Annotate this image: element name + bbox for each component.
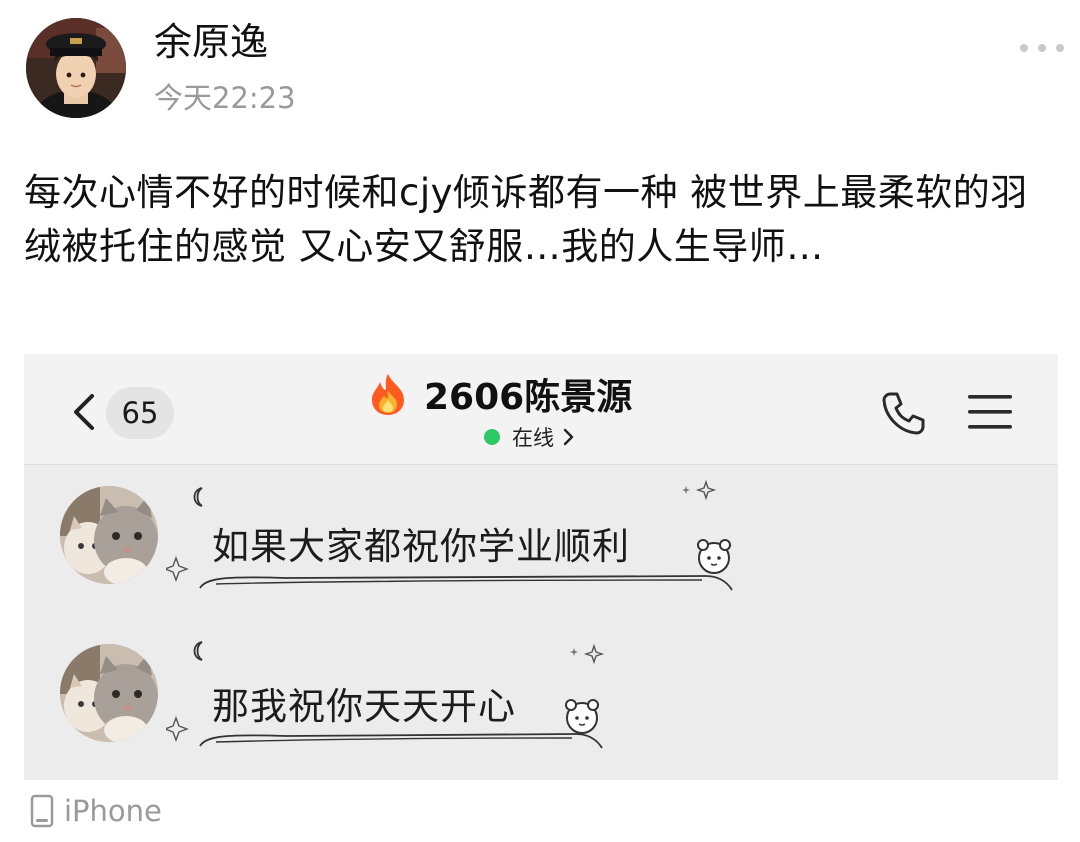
author-name[interactable]: 余原逸 [154, 18, 268, 66]
chat-title: 2606陈景源 [368, 370, 632, 418]
chevron-left-icon [74, 394, 94, 430]
phone-icon [882, 392, 925, 435]
online-status: 在线 [484, 422, 574, 452]
message-text: 如果大家都祝你学业顺利 [212, 525, 630, 568]
chat-title-text: 2606陈景源 [424, 377, 633, 418]
message-bubble[interactable]: 那我祝你天天开心 [166, 630, 616, 760]
unread-count-badge: 65 [106, 387, 174, 439]
fire-icon [372, 374, 404, 415]
post-device-source: iPhone [30, 794, 162, 828]
more-dots-icon [1038, 44, 1046, 52]
phone-device-icon [30, 794, 54, 828]
contact-avatar [60, 644, 158, 742]
attached-image[interactable]: 65 2606陈景源 在线 如果大家都祝你学业顺利 那我祝你天天开心 [24, 354, 1058, 780]
online-status-text: 在线 [512, 426, 554, 450]
message-text: 那我祝你天天开心 [212, 685, 516, 728]
post-body-text: 每次心情不好的时候和cjy倾诉都有一种 被世界上最柔软的羽绒被托住的感觉 又心安… [24, 171, 1028, 268]
online-dot-icon [484, 429, 500, 445]
more-dots-icon [1056, 44, 1064, 52]
contact-avatar [60, 486, 158, 584]
chevron-right-icon [563, 428, 574, 446]
message-bubble[interactable]: 如果大家都祝你学业顺利 [166, 474, 746, 604]
device-name: iPhone [64, 794, 162, 828]
more-options-button[interactable] [1020, 36, 1064, 60]
chat-header: 65 2606陈景源 在线 [24, 354, 1058, 465]
post-timestamp: 今天22:23 [154, 81, 296, 115]
more-dots-icon [1020, 44, 1028, 52]
hamburger-menu-icon [968, 395, 1012, 429]
author-avatar[interactable] [26, 18, 126, 118]
